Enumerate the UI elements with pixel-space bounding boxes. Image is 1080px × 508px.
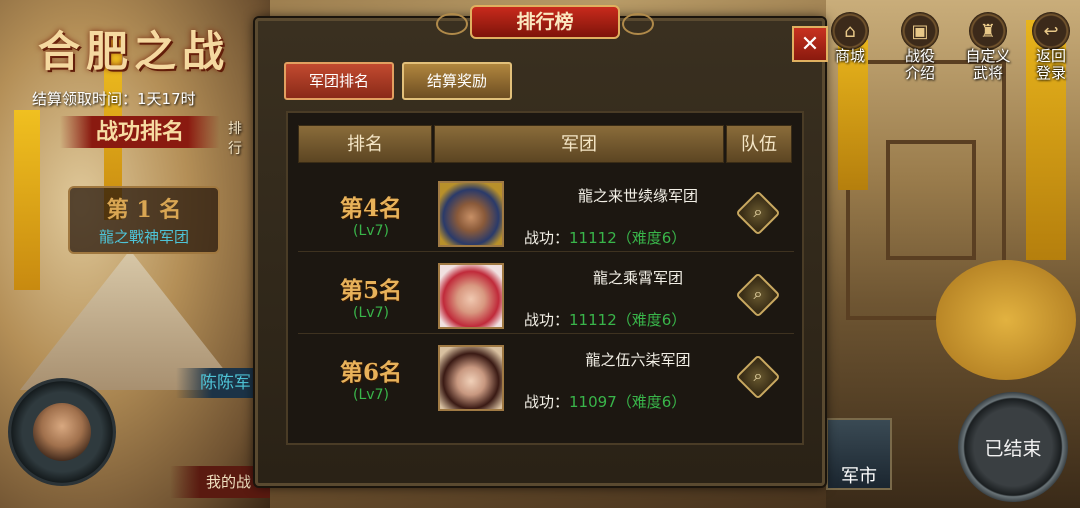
first-place-rank: 第 1 名 [106, 197, 182, 223]
search-icon: ⌕ [753, 286, 763, 303]
table-row: 第5名 (Lv7) 龍之乘霄军团 战功：11112（难度6） ⌕ [298, 253, 794, 334]
close-button[interactable]: ✕ [792, 26, 828, 62]
row-merit: 战功：11112（难度6） [524, 227, 686, 248]
menu-shop[interactable]: ⌂ 商城 [820, 12, 880, 65]
merit-label: 战功： [524, 393, 570, 411]
menu-custom-general-label: 自定义 武将 [965, 47, 1011, 82]
menu-return-login[interactable]: ↩ 返回 登录 [1021, 12, 1080, 82]
first-place-box: 第 1 名 龍之戰神军团 [68, 186, 220, 254]
row-rank: 第6名 [339, 359, 402, 386]
merit-value: 11097 [569, 393, 617, 411]
difficulty: （难度6） [616, 311, 687, 329]
row-corps-name: 龍之伍六柒军团 [585, 351, 691, 369]
leaderboard-modal: 排行榜 ✕ 军团排名 结算奖励 排名 军团 队伍 第4名 (Lv7) 龍之来世续… [255, 5, 828, 486]
armored-general-portrait-icon [438, 181, 504, 247]
custom-general-icon: ♜ [969, 12, 1007, 50]
ended-button[interactable]: 已结束 [958, 392, 1068, 502]
autumn-tree [936, 260, 1076, 380]
wooden-scaffold [886, 140, 976, 260]
column-header-team: 队伍 [726, 125, 792, 163]
yellow-banner [14, 110, 40, 290]
merit-ranking-banner: 战功排名 [60, 116, 220, 148]
row-level: (Lv7) [353, 387, 389, 403]
avatar[interactable] [8, 378, 116, 486]
menu-return-login-label: 返回 登录 [1035, 47, 1066, 82]
merit-value: 11112 [569, 311, 617, 329]
row-rank: 第5名 [339, 277, 402, 304]
row-level: (Lv7) [353, 223, 389, 239]
menu-custom-general[interactable]: ♜ 自定义 武将 [958, 12, 1018, 82]
ranking-table: 排名 军团 队伍 第4名 (Lv7) 龍之来世续缘军团 战功：11112（难度6… [286, 111, 804, 445]
menu-campaign-info-label: 战役 介绍 [904, 47, 935, 82]
search-icon: ⌕ [753, 368, 763, 385]
player-portrait-icon [33, 403, 91, 461]
tab-settlement-rewards[interactable]: 结算奖励 [402, 62, 512, 100]
merit-value: 11112 [569, 229, 617, 247]
row-level: (Lv7) [353, 305, 389, 321]
modal-title: 排行榜 [436, 5, 654, 39]
event-title: 合肥之战 [38, 27, 231, 76]
table-row: 第4名 (Lv7) 龍之来世续缘军团 战功：11112（难度6） ⌕ [298, 171, 794, 252]
player-corps-name: 陈陈军 [176, 368, 266, 398]
military-market-button[interactable]: 军市 [826, 418, 892, 490]
female-warrior-portrait-icon [438, 263, 504, 329]
noble-lady-portrait-icon [438, 345, 504, 411]
difficulty: （难度6） [616, 393, 687, 411]
column-header-rank: 排名 [298, 125, 432, 163]
menu-campaign-info[interactable]: ▣ 战役 介绍 [890, 12, 950, 82]
shop-icon: ⌂ [831, 12, 869, 50]
row-corps-name: 龍之乘霄军团 [592, 269, 683, 287]
table-row: 第6名 (Lv7) 龍之伍六柒军团 战功：11097（难度6） ⌕ [298, 335, 794, 415]
merit-label: 战功： [524, 229, 570, 247]
ranking-side-tab[interactable]: 排行 [228, 118, 254, 158]
first-place-corps: 龍之戰神军团 [98, 228, 189, 246]
column-header-corps: 军团 [434, 125, 724, 163]
search-icon: ⌕ [753, 204, 763, 221]
row-rank: 第4名 [339, 195, 402, 222]
difficulty: （难度6） [616, 229, 687, 247]
row-corps-name: 龍之来世续缘军团 [577, 187, 698, 205]
return-login-icon: ↩ [1032, 12, 1070, 50]
tab-corps-ranking[interactable]: 军团排名 [284, 62, 394, 100]
menu-shop-label: 商城 [834, 47, 865, 65]
row-merit: 战功：11097（难度6） [524, 391, 686, 412]
merit-label: 战功： [524, 311, 570, 329]
row-merit: 战功：11112（难度6） [524, 309, 686, 330]
table-header: 排名 军团 队伍 [298, 125, 794, 163]
settle-time-text: 结算领取时间：1天17时 [32, 90, 196, 108]
campaign-info-icon: ▣ [901, 12, 939, 50]
